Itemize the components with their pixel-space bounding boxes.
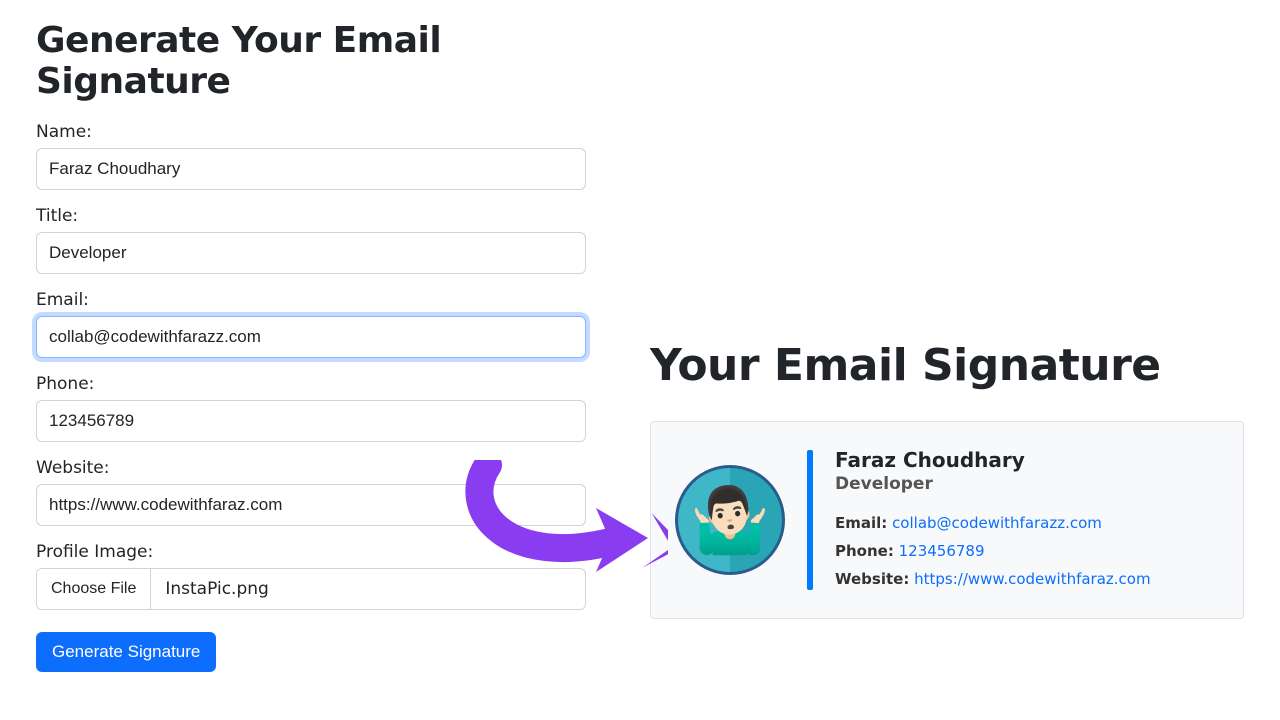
preview-title: Developer [835, 474, 1151, 494]
preview-phone-link[interactable]: 123456789 [899, 542, 985, 560]
website-label: Website: [36, 458, 610, 478]
name-input[interactable] [36, 148, 586, 190]
file-name-text: InstaPic.png [151, 569, 282, 609]
divider-bar [807, 450, 813, 590]
email-label: Email: [36, 290, 610, 310]
signature-preview-card: 🤷🏻‍♂️ Faraz Choudhary Developer Email: c… [650, 421, 1244, 619]
preview-website-label: Website: [835, 570, 909, 588]
title-label: Title: [36, 206, 610, 226]
email-input[interactable] [36, 316, 586, 358]
avatar-emoji-icon: 🤷🏻‍♂️ [690, 483, 770, 558]
profile-image-label: Profile Image: [36, 542, 610, 562]
page-title: Generate Your Email Signature [36, 20, 610, 102]
choose-file-button[interactable]: Choose File [37, 569, 151, 609]
generate-signature-button[interactable]: Generate Signature [36, 632, 216, 672]
website-input[interactable] [36, 484, 586, 526]
preview-website-link[interactable]: https://www.codewithfaraz.com [914, 570, 1150, 588]
phone-input[interactable] [36, 400, 586, 442]
preview-phone-label: Phone: [835, 542, 894, 560]
phone-label: Phone: [36, 374, 610, 394]
preview-email-label: Email: [835, 514, 887, 532]
preview-name: Faraz Choudhary [835, 448, 1151, 472]
preview-email-link[interactable]: collab@codewithfarazz.com [892, 514, 1102, 532]
title-input[interactable] [36, 232, 586, 274]
preview-heading: Your Email Signature [650, 340, 1244, 391]
avatar: 🤷🏻‍♂️ [675, 465, 785, 575]
name-label: Name: [36, 122, 610, 142]
file-input[interactable]: Choose File InstaPic.png [36, 568, 586, 610]
